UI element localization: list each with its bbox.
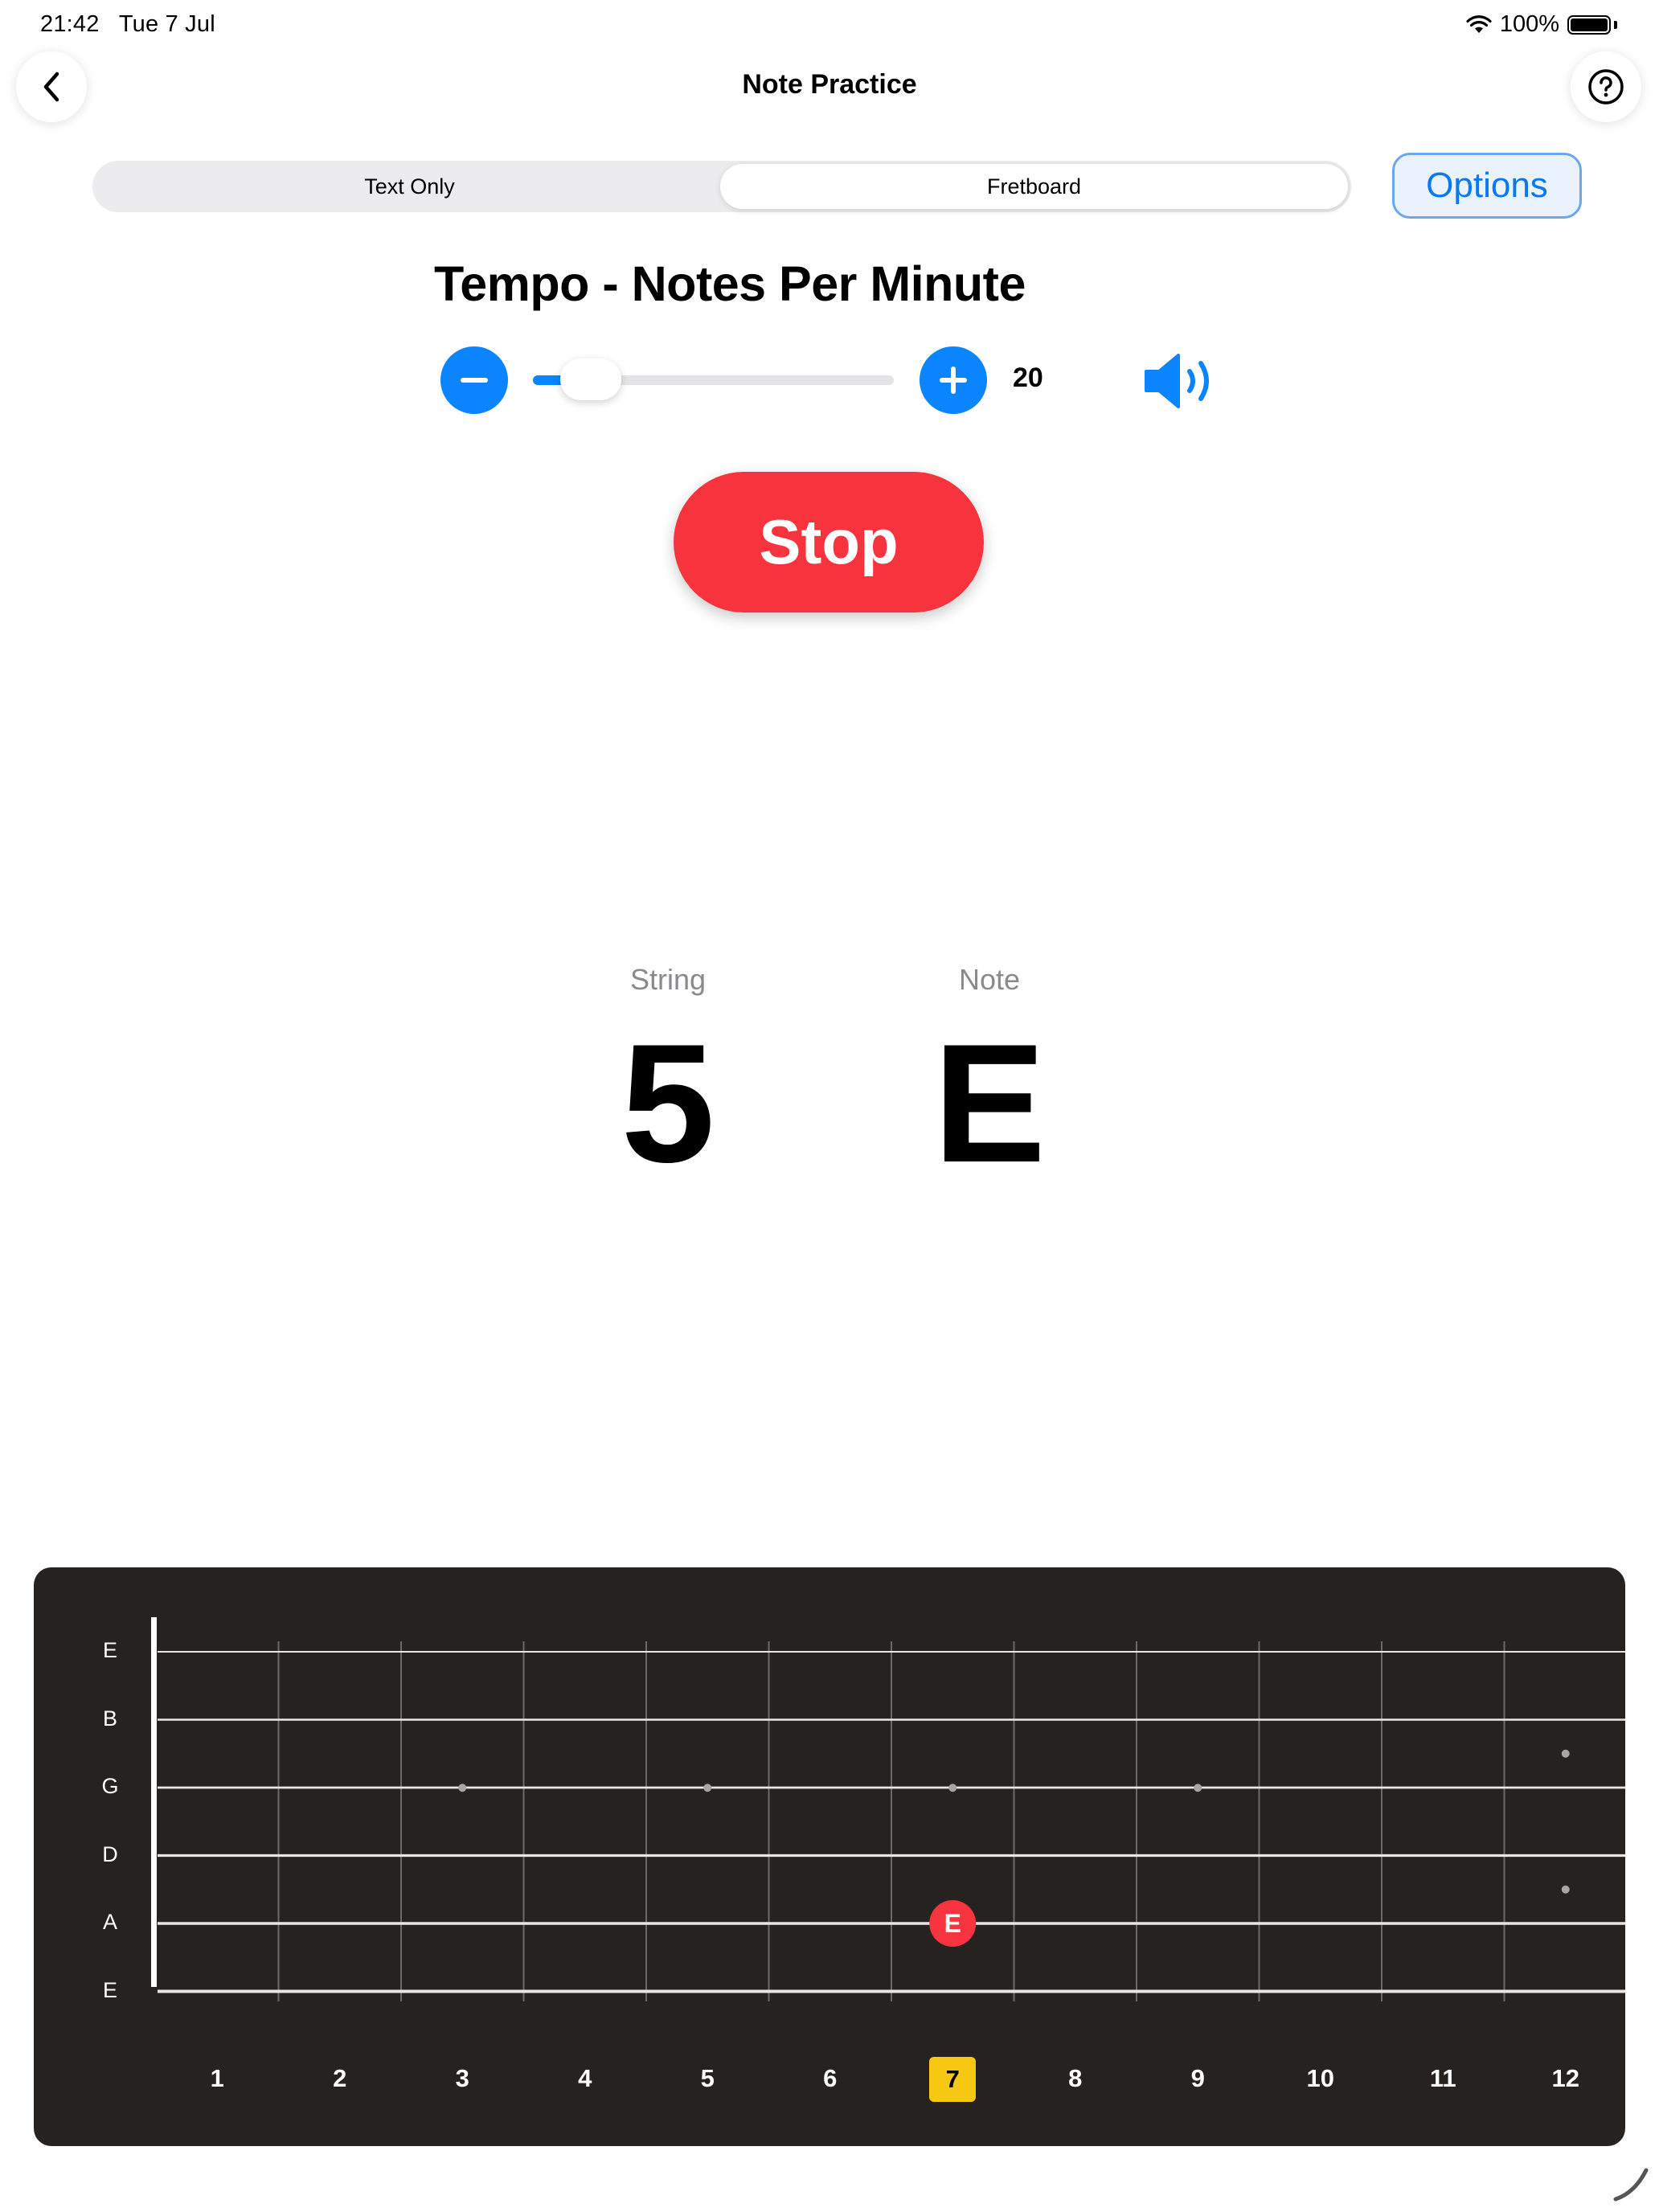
stop-button[interactable]: Stop xyxy=(674,472,984,612)
string-label: E xyxy=(102,1638,117,1662)
tempo-increase-button[interactable] xyxy=(920,346,987,414)
minus-icon xyxy=(461,378,488,383)
fret-number: 8 xyxy=(1068,2064,1083,2092)
fretboard: E EBGDAE 1 2 3 4 5 6 7 8 9 10 11 12 xyxy=(34,1567,1625,2146)
tempo-decrease-button[interactable] xyxy=(440,346,508,414)
battery-icon xyxy=(1567,14,1611,35)
tempo-title: Tempo - Notes Per Minute xyxy=(434,256,1026,311)
wifi-icon xyxy=(1466,14,1492,33)
fret-number: 3 xyxy=(455,2064,469,2092)
page-title: Note Practice xyxy=(742,69,917,100)
string-label: B xyxy=(102,1706,117,1731)
fret-number: 12 xyxy=(1551,2064,1579,2092)
string-value: 5 xyxy=(621,1009,715,1198)
fretboard-diagram: E xyxy=(151,1617,1625,2001)
inlay-dot xyxy=(1194,1784,1202,1792)
resize-handle-icon xyxy=(1613,2168,1649,2202)
string-label: D xyxy=(102,1841,118,1866)
status-bar-right: 100% xyxy=(1466,11,1617,38)
tab-fretboard[interactable]: Fretboard xyxy=(720,164,1348,209)
fret-number: 9 xyxy=(1190,2064,1205,2092)
status-date: Tue 7 Jul xyxy=(118,11,215,37)
status-bar-time: 21:42 Tue 7 Jul xyxy=(40,11,215,38)
fret-number-highlighted: 7 xyxy=(929,2057,977,2102)
nut xyxy=(151,1617,157,1987)
string-label: E xyxy=(102,1977,117,2002)
inlay-dot xyxy=(1561,1885,1570,1894)
string-label: A xyxy=(102,1910,117,1934)
tempo-slider-thumb[interactable] xyxy=(559,358,621,400)
inlay-dot xyxy=(458,1784,467,1792)
inlay-dot xyxy=(1561,1749,1570,1758)
string-label: String xyxy=(629,963,707,996)
battery-percent: 100% xyxy=(1499,11,1559,37)
speaker-icon xyxy=(1145,354,1209,408)
note-marker-label: E xyxy=(944,1909,961,1938)
fret-number: 5 xyxy=(700,2064,715,2092)
sound-toggle-button[interactable] xyxy=(1143,350,1223,416)
fret-number: 11 xyxy=(1429,2064,1456,2092)
fret-number: 4 xyxy=(578,2064,592,2092)
fret-number: 2 xyxy=(333,2064,347,2092)
status-time: 21:42 xyxy=(40,11,100,37)
note-value: E xyxy=(932,1009,1047,1198)
tab-text-only[interactable]: Text Only xyxy=(96,164,723,209)
mode-segmented-control: Text Only Fretboard xyxy=(92,161,1351,212)
note-label: Note xyxy=(958,963,1021,996)
options-button[interactable]: Options xyxy=(1392,153,1582,219)
fret-number: 10 xyxy=(1306,2064,1334,2092)
string-label: G xyxy=(101,1774,119,1798)
help-button[interactable] xyxy=(1571,51,1641,122)
tempo-value: 20 xyxy=(1013,363,1043,393)
plus-icon xyxy=(940,367,967,394)
question-circle-icon xyxy=(1588,69,1624,104)
inlay-dot xyxy=(703,1784,712,1792)
fret-number: 6 xyxy=(823,2064,838,2092)
fret-number: 1 xyxy=(210,2064,224,2092)
inlay-dot xyxy=(948,1784,957,1792)
